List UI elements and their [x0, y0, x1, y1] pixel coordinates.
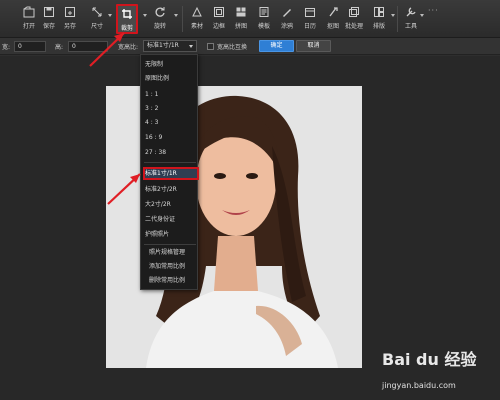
batch-button[interactable]: 批处理: [343, 4, 365, 34]
save-button[interactable]: 保存: [38, 4, 60, 34]
layout-label: 排版: [372, 23, 385, 30]
collage-label: 拼图: [234, 23, 247, 30]
cutout-icon: [329, 7, 338, 17]
save-label: 保存: [42, 23, 55, 30]
open-label: 打开: [22, 23, 35, 30]
doodle-label: 涂鸦: [280, 23, 293, 30]
tools-button[interactable]: 工具: [400, 4, 422, 34]
crop-label: 裁剪: [120, 25, 133, 32]
confirm-button[interactable]: 确定: [259, 40, 294, 52]
open-icon: [23, 6, 35, 18]
batch-label: 批处理: [344, 23, 363, 30]
template-label: 模板: [257, 23, 270, 30]
dropdown-divider: [144, 244, 196, 245]
main-toolbar: 打开 保存 另存 尺寸 裁剪 旋转 素材 边框 拼图 模板 涂鸦 日历 抠图 批…: [0, 0, 500, 38]
cutout-label: 抠图: [326, 23, 339, 30]
rotate-label: 旋转: [153, 23, 166, 30]
dropdown-item-27-38[interactable]: 27 : 38: [145, 149, 166, 157]
border-button[interactable]: 边框: [208, 4, 230, 34]
dropdown-item-standard-2-inch[interactable]: 标准2寸/2R: [145, 186, 177, 194]
layout-button[interactable]: 排版: [368, 4, 390, 34]
dropdown-item-3-2[interactable]: 3 : 2: [145, 105, 158, 113]
dropdown-item-delete-ratio[interactable]: 删除常用比例: [149, 277, 185, 285]
layout-dropdown-caret[interactable]: [391, 14, 395, 17]
resize-label: 尺寸: [90, 23, 103, 30]
batch-icon: [349, 7, 359, 17]
ratio-select-value: 标准1寸/1R: [147, 42, 179, 49]
width-input[interactable]: 0: [14, 41, 46, 52]
rotate-button[interactable]: 旋转: [149, 4, 171, 34]
material-label: 素材: [190, 23, 203, 30]
dropdown-item-manage-specs[interactable]: 照片规格管理: [149, 249, 185, 257]
cancel-button[interactable]: 取消: [296, 40, 331, 52]
crop-icon: [122, 9, 132, 19]
dropdown-item-id-card[interactable]: 二代身份证: [145, 216, 175, 224]
dropdown-item-16-9[interactable]: 16 : 9: [145, 134, 162, 142]
resize-dropdown-caret[interactable]: [108, 14, 112, 17]
dropdown-item-4-3[interactable]: 4 : 3: [145, 119, 158, 127]
dropdown-divider: [144, 162, 196, 163]
collage-icon: [236, 7, 246, 17]
ratio-label: 宽高比:: [118, 44, 139, 51]
doodle-button[interactable]: 涂鸦: [276, 4, 298, 34]
material-icon: [192, 6, 202, 17]
resize-icon: [92, 7, 102, 17]
height-label: 高:: [55, 44, 64, 51]
crop-button[interactable]: 裁剪: [116, 4, 138, 34]
chevron-down-icon: [189, 45, 193, 48]
doodle-icon: [283, 9, 291, 17]
toolbar-divider: [182, 6, 183, 32]
ratio-dropdown-menu: 无限制 原图比例 1 : 1 3 : 2 4 : 3 16 : 9 27 : 3…: [140, 54, 199, 290]
calendar-button[interactable]: 日历: [299, 4, 321, 34]
toolbar-divider: [397, 6, 398, 32]
dropdown-item-1-1[interactable]: 1 : 1: [145, 91, 158, 99]
border-label: 边框: [212, 23, 225, 30]
dropdown-item-large-2-inch[interactable]: 大2寸/2R: [145, 201, 171, 209]
collage-button[interactable]: 拼图: [230, 4, 252, 34]
width-label: 宽:: [2, 44, 11, 51]
save-icon: [44, 7, 54, 17]
more-icon[interactable]: ···: [428, 6, 439, 15]
dropdown-item-unlimited[interactable]: 无限制: [145, 61, 163, 69]
resize-button[interactable]: 尺寸: [86, 4, 108, 34]
crop-dropdown-caret[interactable]: [143, 14, 147, 17]
open-button[interactable]: 打开: [18, 4, 40, 34]
dropdown-item-standard-1-inch[interactable]: 标准1寸/1R: [145, 170, 177, 178]
crop-options-bar: 宽: 0 高: 0 宽高比: 标准1寸/1R 宽高比互换 确定 取消: [0, 38, 500, 55]
tools-icon: [406, 7, 416, 17]
swap-ratio-checkbox[interactable]: [207, 43, 214, 50]
watermark-brand: Bai du 经验: [382, 350, 477, 369]
dropdown-item-original-ratio[interactable]: 原图比例: [145, 75, 169, 83]
tools-label: 工具: [404, 23, 417, 30]
calendar-icon: [305, 8, 315, 17]
save-as-button[interactable]: 另存: [59, 4, 81, 34]
calendar-label: 日历: [303, 23, 316, 30]
save-as-icon: [65, 7, 75, 17]
tools-dropdown-caret[interactable]: [420, 14, 424, 17]
border-icon: [214, 7, 224, 17]
watermark-url: jingyan.baidu.com: [382, 381, 456, 390]
ratio-select[interactable]: 标准1寸/1R: [143, 40, 197, 52]
baidu-watermark: Bai du 经验 jingyan.baidu.com: [382, 344, 500, 400]
material-button[interactable]: 素材: [186, 4, 208, 34]
rotate-icon: [155, 7, 165, 17]
swap-ratio-label: 宽高比互换: [217, 44, 248, 51]
template-icon: [259, 7, 269, 17]
cutout-button[interactable]: 抠图: [322, 4, 344, 34]
dropdown-item-passport[interactable]: 护照照片: [145, 231, 169, 239]
template-button[interactable]: 模板: [253, 4, 275, 34]
layout-icon: [374, 7, 384, 17]
save-as-label: 另存: [63, 23, 76, 30]
height-input[interactable]: 0: [68, 41, 108, 52]
dropdown-item-add-ratio[interactable]: 添加常用比例: [149, 263, 185, 271]
rotate-dropdown-caret[interactable]: [174, 14, 178, 17]
